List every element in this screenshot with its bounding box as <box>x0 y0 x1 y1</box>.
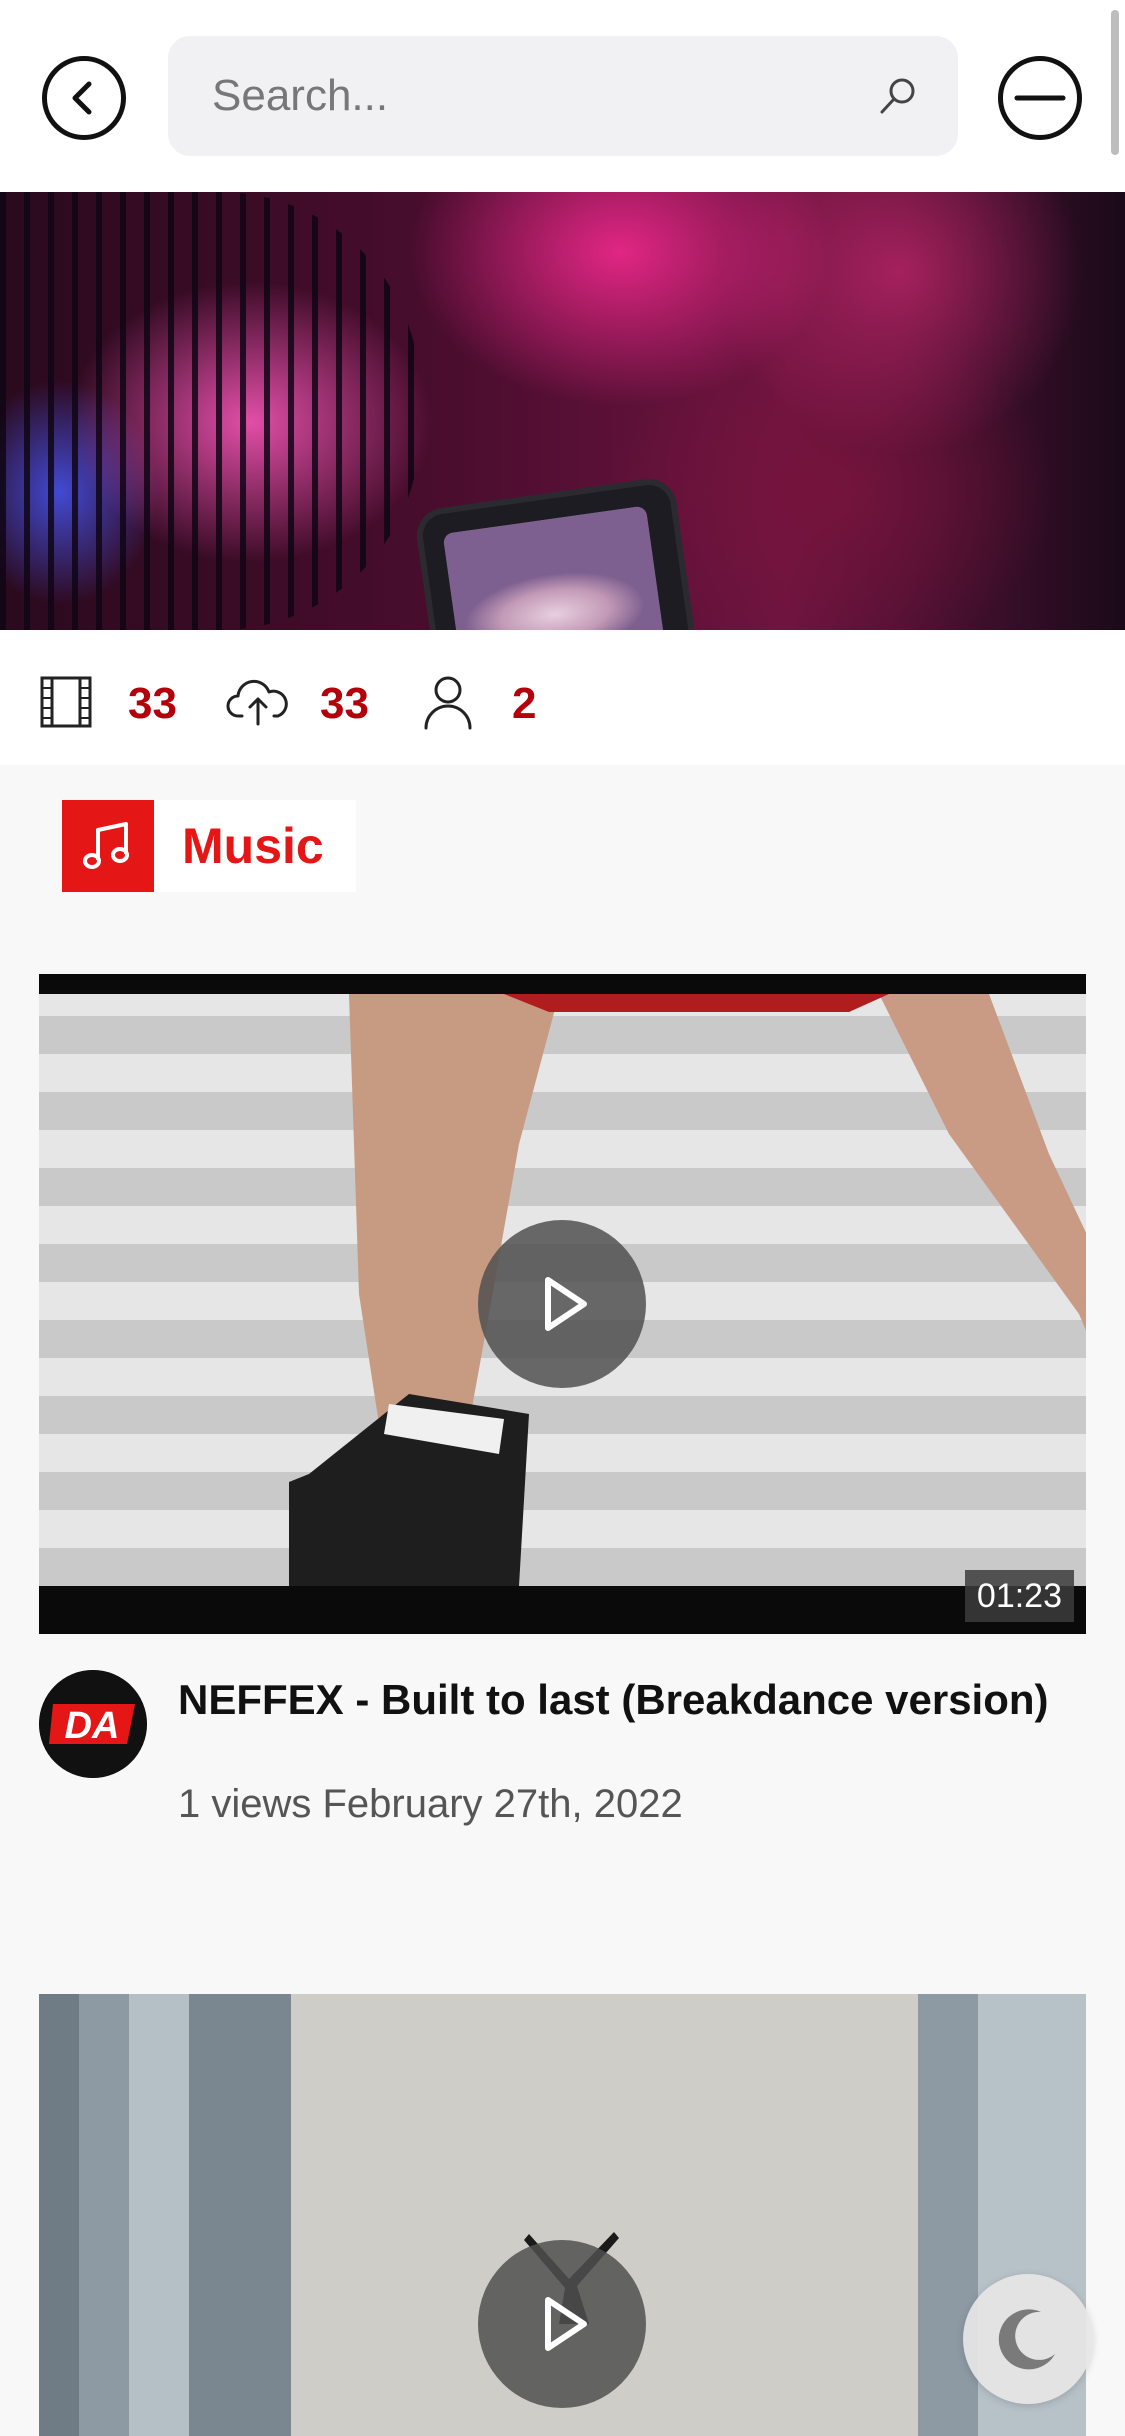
search-input[interactable] <box>210 60 850 132</box>
video-duration: 01:23 <box>964 1570 1074 1622</box>
cloud-upload-icon <box>226 672 290 732</box>
play-button[interactable] <box>478 2240 646 2408</box>
phone-illustration <box>420 482 695 630</box>
category-badge-music[interactable]: Music <box>62 800 356 892</box>
search-icon[interactable] <box>868 66 928 126</box>
svg-text:DA: DA <box>65 1705 120 1747</box>
play-icon <box>545 2297 587 2351</box>
video-thumbnail[interactable] <box>39 1994 1086 2436</box>
music-note-icon <box>62 800 154 892</box>
moon-icon <box>998 2309 1055 2370</box>
play-button[interactable] <box>478 1220 646 1388</box>
channel-stats: 33 33 2 <box>0 630 1125 765</box>
minus-icon <box>1014 95 1066 101</box>
film-icon <box>36 672 96 732</box>
channel-banner-image <box>0 192 1125 630</box>
search-box[interactable] <box>168 36 958 156</box>
dark-mode-toggle[interactable] <box>963 2274 1093 2404</box>
category-title: Music <box>182 818 324 874</box>
video-thumbnail[interactable]: 01:23 <box>39 974 1086 1634</box>
channel-avatar[interactable]: DA <box>39 1670 147 1778</box>
top-bar <box>0 0 1125 192</box>
user-icon <box>418 672 478 732</box>
video-count: 33 <box>128 679 177 728</box>
video-title[interactable]: NEFFEX - Built to last (Breakdance versi… <box>178 1670 1078 1730</box>
collapse-button[interactable] <box>998 56 1082 140</box>
upload-count: 33 <box>320 679 369 728</box>
thumbnail-image <box>289 994 1086 1586</box>
scrollbar-thumb[interactable] <box>1111 10 1119 155</box>
channel-logo: DA <box>39 1670 147 1778</box>
video-meta: 1 views February 27th, 2022 <box>178 1782 683 1826</box>
play-icon <box>545 1277 587 1331</box>
user-count: 2 <box>512 679 537 728</box>
back-button[interactable] <box>42 56 126 140</box>
chevron-left-icon <box>72 81 92 115</box>
